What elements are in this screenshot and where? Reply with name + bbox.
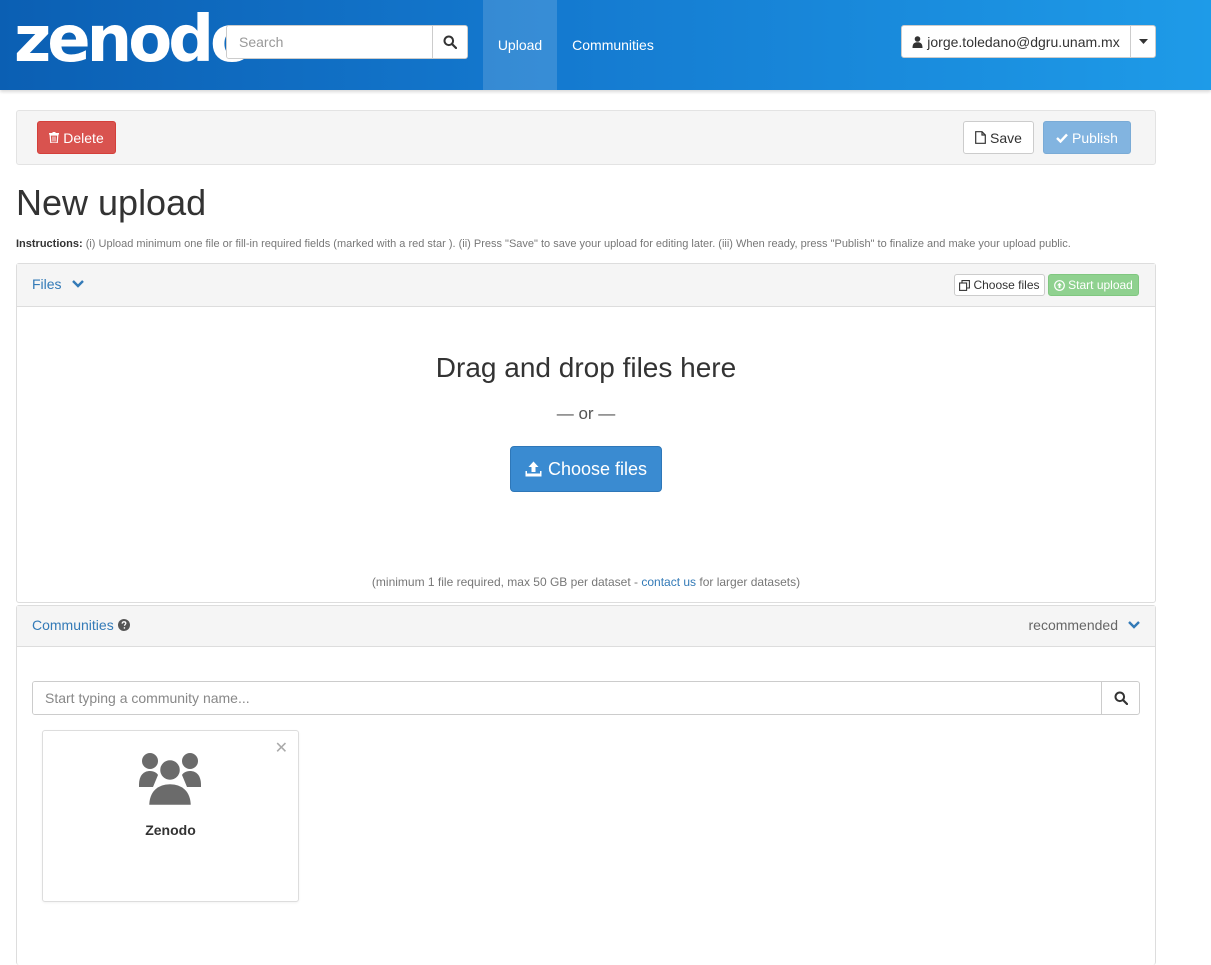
action-bar: Delete Save Publish [16, 110, 1156, 165]
instructions-text: (i) Upload minimum one file or fill-in r… [85, 238, 1071, 250]
user-menu: jorge.toledano@dgru.unam.mx [901, 25, 1156, 58]
caret-down-icon [1138, 39, 1148, 44]
upload-icon [525, 461, 542, 477]
save-label: Save [990, 129, 1022, 146]
user-icon [912, 35, 923, 48]
communities-panel-title-group: Communities [32, 617, 130, 633]
question-circle-icon[interactable] [117, 619, 130, 631]
user-dropdown-toggle[interactable] [1130, 26, 1155, 57]
delete-label: Delete [63, 129, 104, 146]
user-email: jorge.toledano@dgru.unam.mx [927, 33, 1120, 50]
file-icon [975, 131, 986, 144]
search-button[interactable] [432, 26, 467, 58]
community-card[interactable]: ✕ Zenodo [42, 730, 299, 902]
search-box [226, 25, 468, 59]
community-search-input[interactable] [33, 682, 1101, 714]
communities-panel-header: Communities recommended [17, 606, 1155, 647]
page-title: New upload [16, 182, 207, 223]
nav-communities[interactable]: Communities [557, 0, 669, 90]
files-panel: Files Choose files Start upload Drag and… [16, 263, 1156, 603]
top-navbar: zenodo Upload Communities jorge.toledano… [0, 0, 1211, 90]
drop-zone-or: — or — [556, 404, 616, 423]
instructions-label: Instructions: [16, 238, 83, 250]
file-limit-note: (minimum 1 file required, max 50 GB per … [17, 575, 1155, 589]
file-limit-prefix: (minimum 1 file required, max 50 GB per … [371, 575, 642, 589]
zenodo-logo[interactable]: zenodo [14, 4, 254, 76]
check-icon [1056, 133, 1068, 143]
communities-panel: Communities recommended ✕ [16, 605, 1156, 965]
publish-button[interactable]: Publish [1043, 121, 1131, 154]
nav-upload[interactable]: Upload [483, 0, 557, 90]
choose-files-label: Choose files [547, 458, 648, 479]
communities-panel-title: Communities [32, 617, 114, 633]
files-panel-title: Files [32, 276, 62, 292]
contact-us-link[interactable]: contact us [641, 575, 696, 589]
files-panel-toggle[interactable]: Files [32, 276, 84, 292]
start-upload-label: Start upload [1068, 278, 1133, 292]
community-search-box [32, 681, 1140, 715]
instructions: Instructions: (i) Upload minimum one fil… [16, 236, 1196, 252]
start-upload-button[interactable]: Start upload [1048, 274, 1139, 296]
delete-button[interactable]: Delete [37, 121, 116, 154]
files-panel-header: Files Choose files Start upload [17, 264, 1155, 307]
file-limit-suffix: for larger datasets) [696, 575, 801, 589]
choose-files-button[interactable]: Choose files [510, 446, 662, 492]
communities-panel-toggle[interactable]: recommended [1029, 617, 1141, 633]
copy-icon [959, 279, 971, 291]
community-name: Zenodo [145, 822, 196, 838]
recommended-label: recommended [1028, 617, 1119, 633]
close-icon[interactable]: ✕ [275, 741, 288, 757]
user-button[interactable]: jorge.toledano@dgru.unam.mx [902, 26, 1130, 57]
trash-icon [49, 132, 60, 143]
choose-files-small-label: Choose files [973, 278, 1040, 292]
users-icon [139, 753, 201, 807]
drop-zone-title: Drag and drop files here [435, 352, 737, 383]
chevron-down-icon [71, 280, 84, 288]
choose-files-small-button[interactable]: Choose files [954, 274, 1045, 296]
search-icon [443, 35, 457, 49]
publish-label: Publish [1072, 129, 1118, 146]
search-icon [1114, 691, 1128, 705]
upload-circle-icon [1054, 279, 1066, 291]
save-button[interactable]: Save [963, 121, 1034, 154]
community-search-button[interactable] [1101, 682, 1139, 714]
search-input[interactable] [227, 26, 432, 58]
chevron-down-icon [1128, 621, 1140, 629]
